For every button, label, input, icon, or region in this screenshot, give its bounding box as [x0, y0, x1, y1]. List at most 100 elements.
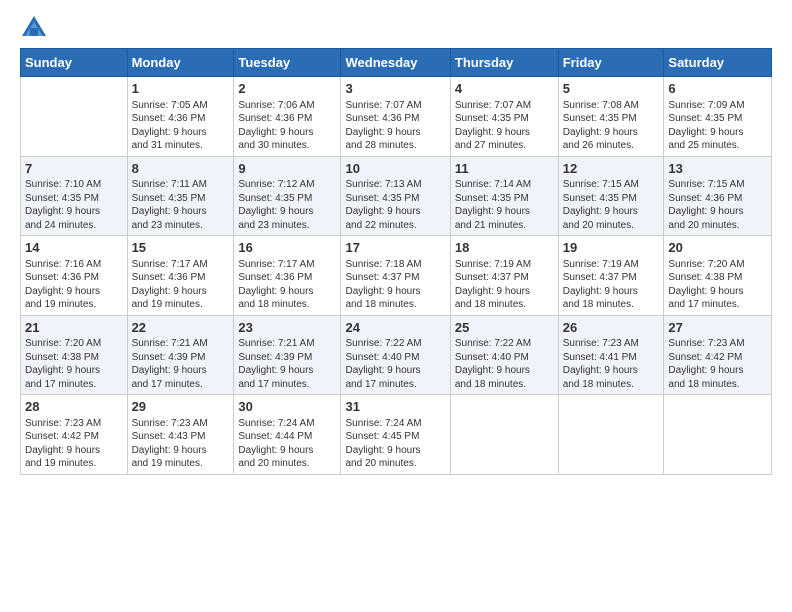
day-info: Sunrise: 7:08 AM Sunset: 4:35 PM Dayligh… — [563, 99, 660, 153]
calendar-cell: 6Sunrise: 7:09 AM Sunset: 4:35 PM Daylig… — [664, 77, 772, 157]
day-info: Sunrise: 7:15 AM Sunset: 4:36 PM Dayligh… — [668, 178, 767, 232]
day-info: Sunrise: 7:18 AM Sunset: 4:37 PM Dayligh… — [345, 258, 445, 312]
day-number: 8 — [132, 160, 230, 178]
day-header-wednesday: Wednesday — [341, 49, 450, 77]
logo — [20, 14, 52, 42]
calendar-cell: 22Sunrise: 7:21 AM Sunset: 4:39 PM Dayli… — [127, 315, 234, 395]
day-info: Sunrise: 7:09 AM Sunset: 4:35 PM Dayligh… — [668, 99, 767, 153]
calendar-cell: 8Sunrise: 7:11 AM Sunset: 4:35 PM Daylig… — [127, 156, 234, 236]
day-header-saturday: Saturday — [664, 49, 772, 77]
calendar-cell: 1Sunrise: 7:05 AM Sunset: 4:36 PM Daylig… — [127, 77, 234, 157]
calendar-cell: 14Sunrise: 7:16 AM Sunset: 4:36 PM Dayli… — [21, 236, 128, 316]
day-info: Sunrise: 7:12 AM Sunset: 4:35 PM Dayligh… — [238, 178, 336, 232]
header — [20, 10, 772, 42]
day-number: 26 — [563, 319, 660, 337]
day-number: 13 — [668, 160, 767, 178]
week-row-4: 21Sunrise: 7:20 AM Sunset: 4:38 PM Dayli… — [21, 315, 772, 395]
calendar-cell — [664, 395, 772, 475]
day-info: Sunrise: 7:23 AM Sunset: 4:42 PM Dayligh… — [668, 337, 767, 391]
day-info: Sunrise: 7:22 AM Sunset: 4:40 PM Dayligh… — [345, 337, 445, 391]
calendar-cell — [450, 395, 558, 475]
day-number: 1 — [132, 80, 230, 98]
day-number: 10 — [345, 160, 445, 178]
week-row-2: 7Sunrise: 7:10 AM Sunset: 4:35 PM Daylig… — [21, 156, 772, 236]
day-number: 20 — [668, 239, 767, 257]
day-header-monday: Monday — [127, 49, 234, 77]
day-info: Sunrise: 7:19 AM Sunset: 4:37 PM Dayligh… — [455, 258, 554, 312]
day-info: Sunrise: 7:19 AM Sunset: 4:37 PM Dayligh… — [563, 258, 660, 312]
day-info: Sunrise: 7:17 AM Sunset: 4:36 PM Dayligh… — [132, 258, 230, 312]
week-row-3: 14Sunrise: 7:16 AM Sunset: 4:36 PM Dayli… — [21, 236, 772, 316]
calendar-cell: 4Sunrise: 7:07 AM Sunset: 4:35 PM Daylig… — [450, 77, 558, 157]
calendar-cell: 16Sunrise: 7:17 AM Sunset: 4:36 PM Dayli… — [234, 236, 341, 316]
calendar-cell: 30Sunrise: 7:24 AM Sunset: 4:44 PM Dayli… — [234, 395, 341, 475]
calendar-cell: 11Sunrise: 7:14 AM Sunset: 4:35 PM Dayli… — [450, 156, 558, 236]
day-number: 19 — [563, 239, 660, 257]
day-header-sunday: Sunday — [21, 49, 128, 77]
day-number: 18 — [455, 239, 554, 257]
calendar-cell: 5Sunrise: 7:08 AM Sunset: 4:35 PM Daylig… — [558, 77, 664, 157]
calendar-cell: 23Sunrise: 7:21 AM Sunset: 4:39 PM Dayli… — [234, 315, 341, 395]
day-number: 2 — [238, 80, 336, 98]
day-number: 5 — [563, 80, 660, 98]
week-row-1: 1Sunrise: 7:05 AM Sunset: 4:36 PM Daylig… — [21, 77, 772, 157]
day-number: 30 — [238, 398, 336, 416]
day-info: Sunrise: 7:07 AM Sunset: 4:35 PM Dayligh… — [455, 99, 554, 153]
day-number: 24 — [345, 319, 445, 337]
logo-icon — [20, 14, 48, 42]
day-number: 3 — [345, 80, 445, 98]
day-number: 31 — [345, 398, 445, 416]
day-number: 16 — [238, 239, 336, 257]
day-info: Sunrise: 7:20 AM Sunset: 4:38 PM Dayligh… — [668, 258, 767, 312]
day-header-friday: Friday — [558, 49, 664, 77]
calendar-cell — [21, 77, 128, 157]
day-info: Sunrise: 7:15 AM Sunset: 4:35 PM Dayligh… — [563, 178, 660, 232]
day-info: Sunrise: 7:05 AM Sunset: 4:36 PM Dayligh… — [132, 99, 230, 153]
day-info: Sunrise: 7:17 AM Sunset: 4:36 PM Dayligh… — [238, 258, 336, 312]
calendar-cell: 12Sunrise: 7:15 AM Sunset: 4:35 PM Dayli… — [558, 156, 664, 236]
day-info: Sunrise: 7:07 AM Sunset: 4:36 PM Dayligh… — [345, 99, 445, 153]
day-number: 14 — [25, 239, 123, 257]
calendar-cell: 13Sunrise: 7:15 AM Sunset: 4:36 PM Dayli… — [664, 156, 772, 236]
day-number: 21 — [25, 319, 123, 337]
day-info: Sunrise: 7:16 AM Sunset: 4:36 PM Dayligh… — [25, 258, 123, 312]
day-number: 9 — [238, 160, 336, 178]
day-number: 15 — [132, 239, 230, 257]
day-number: 11 — [455, 160, 554, 178]
day-info: Sunrise: 7:23 AM Sunset: 4:41 PM Dayligh… — [563, 337, 660, 391]
calendar-cell: 3Sunrise: 7:07 AM Sunset: 4:36 PM Daylig… — [341, 77, 450, 157]
day-number: 28 — [25, 398, 123, 416]
day-header-thursday: Thursday — [450, 49, 558, 77]
day-number: 6 — [668, 80, 767, 98]
calendar-cell: 15Sunrise: 7:17 AM Sunset: 4:36 PM Dayli… — [127, 236, 234, 316]
day-number: 7 — [25, 160, 123, 178]
calendar-cell: 29Sunrise: 7:23 AM Sunset: 4:43 PM Dayli… — [127, 395, 234, 475]
day-info: Sunrise: 7:14 AM Sunset: 4:35 PM Dayligh… — [455, 178, 554, 232]
day-info: Sunrise: 7:21 AM Sunset: 4:39 PM Dayligh… — [132, 337, 230, 391]
calendar-cell: 17Sunrise: 7:18 AM Sunset: 4:37 PM Dayli… — [341, 236, 450, 316]
day-number: 23 — [238, 319, 336, 337]
header-row: SundayMondayTuesdayWednesdayThursdayFrid… — [21, 49, 772, 77]
calendar-cell: 7Sunrise: 7:10 AM Sunset: 4:35 PM Daylig… — [21, 156, 128, 236]
calendar-cell: 25Sunrise: 7:22 AM Sunset: 4:40 PM Dayli… — [450, 315, 558, 395]
calendar-cell: 21Sunrise: 7:20 AM Sunset: 4:38 PM Dayli… — [21, 315, 128, 395]
calendar-cell: 10Sunrise: 7:13 AM Sunset: 4:35 PM Dayli… — [341, 156, 450, 236]
day-number: 22 — [132, 319, 230, 337]
day-info: Sunrise: 7:20 AM Sunset: 4:38 PM Dayligh… — [25, 337, 123, 391]
page-container: SundayMondayTuesdayWednesdayThursdayFrid… — [0, 0, 792, 485]
day-info: Sunrise: 7:21 AM Sunset: 4:39 PM Dayligh… — [238, 337, 336, 391]
day-info: Sunrise: 7:22 AM Sunset: 4:40 PM Dayligh… — [455, 337, 554, 391]
day-number: 25 — [455, 319, 554, 337]
day-number: 27 — [668, 319, 767, 337]
calendar-cell — [558, 395, 664, 475]
calendar-cell: 19Sunrise: 7:19 AM Sunset: 4:37 PM Dayli… — [558, 236, 664, 316]
calendar-cell: 18Sunrise: 7:19 AM Sunset: 4:37 PM Dayli… — [450, 236, 558, 316]
calendar-cell: 2Sunrise: 7:06 AM Sunset: 4:36 PM Daylig… — [234, 77, 341, 157]
week-row-5: 28Sunrise: 7:23 AM Sunset: 4:42 PM Dayli… — [21, 395, 772, 475]
day-info: Sunrise: 7:24 AM Sunset: 4:45 PM Dayligh… — [345, 417, 445, 471]
calendar-table: SundayMondayTuesdayWednesdayThursdayFrid… — [20, 48, 772, 475]
day-info: Sunrise: 7:23 AM Sunset: 4:43 PM Dayligh… — [132, 417, 230, 471]
day-number: 4 — [455, 80, 554, 98]
calendar-cell: 20Sunrise: 7:20 AM Sunset: 4:38 PM Dayli… — [664, 236, 772, 316]
calendar-cell: 24Sunrise: 7:22 AM Sunset: 4:40 PM Dayli… — [341, 315, 450, 395]
